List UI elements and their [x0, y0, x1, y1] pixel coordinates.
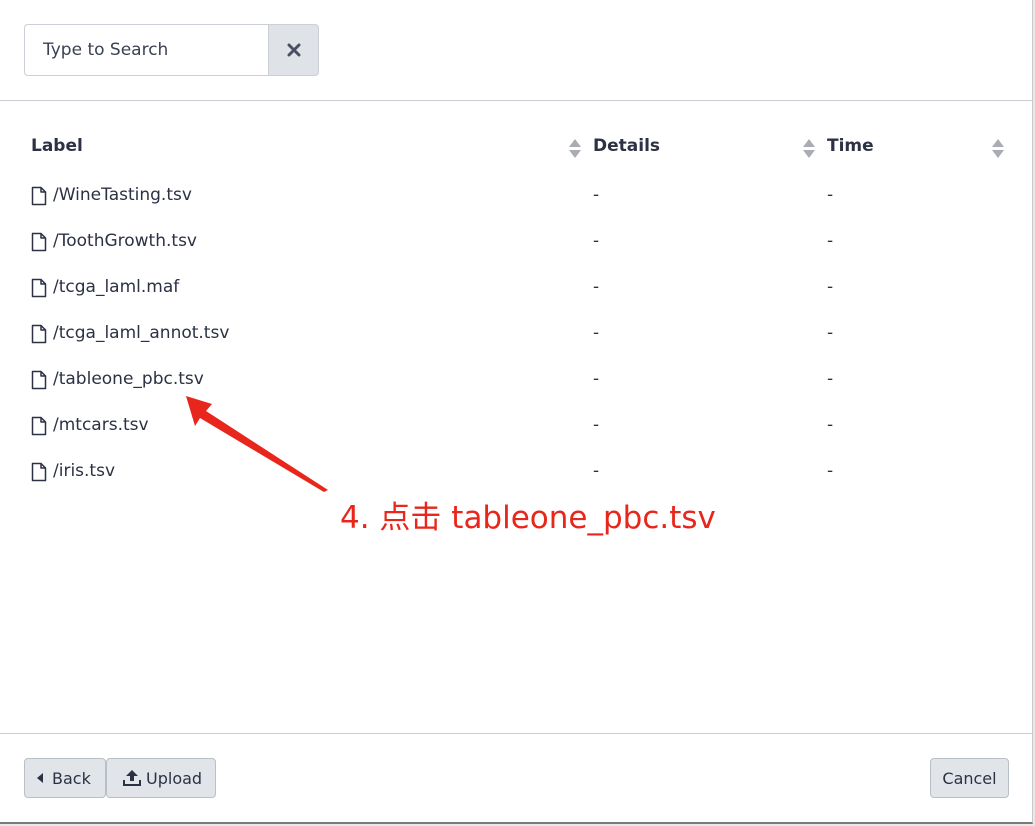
upload-label: Upload: [146, 768, 203, 788]
annotation-arrow-icon: [186, 396, 328, 492]
cancel-button[interactable]: Cancel: [930, 758, 1009, 798]
upload-icon: [123, 770, 141, 786]
cancel-label: Cancel: [942, 768, 997, 788]
annotation-text: 4. 点击 tableone_pbc.tsv: [340, 500, 716, 536]
footer-divider: [0, 733, 1032, 734]
back-button[interactable]: Back: [24, 758, 106, 798]
upload-button[interactable]: Upload: [106, 758, 216, 798]
file-picker-dialog: Label Details Time /WineTasting.tsv - - …: [0, 0, 1033, 824]
caret-left-icon: [37, 773, 43, 783]
back-label: Back: [52, 768, 91, 788]
